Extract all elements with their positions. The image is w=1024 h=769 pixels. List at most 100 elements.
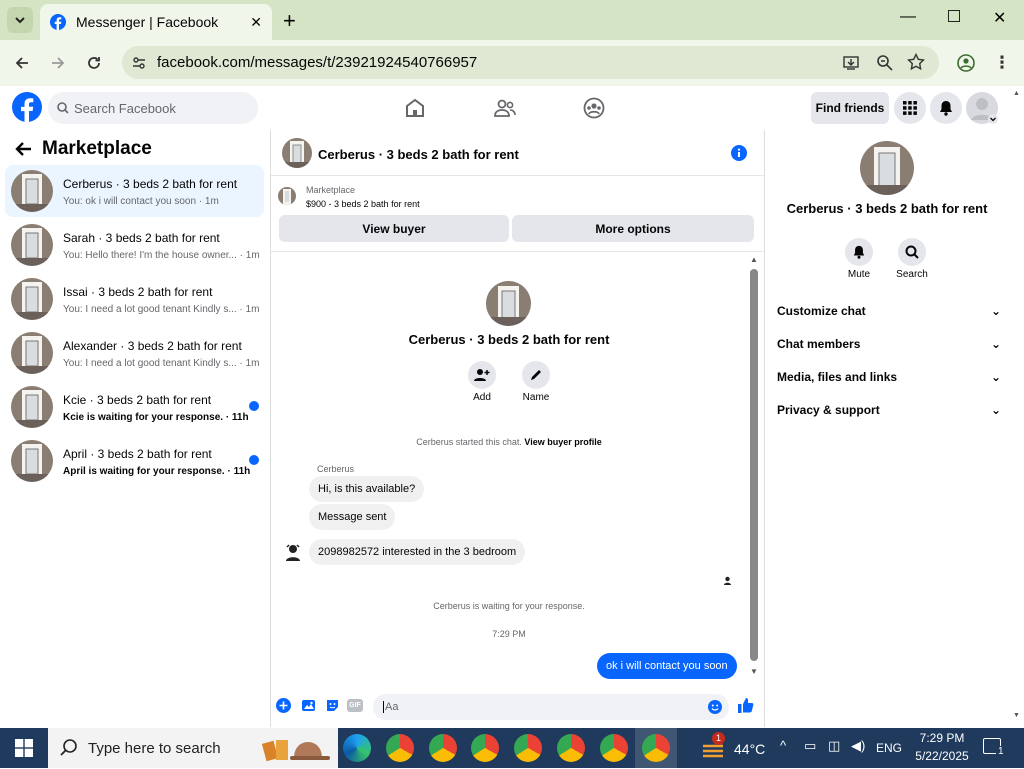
scrollbar[interactable]: ▲ ▼	[749, 255, 759, 680]
conversation-item[interactable]: Issai · 3 beds 2 bath for rent You: I nee…	[5, 273, 264, 325]
message-bubble[interactable]: Message sent	[309, 504, 396, 530]
install-app-icon[interactable]	[842, 54, 860, 72]
listing-text[interactable]: $900 - 3 beds 2 bath for rent	[306, 199, 420, 209]
chat-started-notice: Cerberus started this chat. View buyer p…	[271, 437, 747, 447]
language-indicator[interactable]: ENG	[876, 741, 902, 755]
groups-icon[interactable]	[583, 97, 605, 119]
divider	[271, 175, 764, 176]
tab-list-button[interactable]	[7, 7, 33, 33]
chevron-down-icon: ⌄	[990, 304, 1001, 318]
restore-button[interactable]	[948, 10, 960, 22]
chrome-icon[interactable]	[471, 734, 499, 762]
name-button[interactable]	[522, 361, 550, 389]
search-button[interactable]	[898, 238, 926, 266]
profile-avatar[interactable]	[486, 281, 531, 326]
view-buyer-button[interactable]: View buyer	[279, 215, 509, 242]
message-bubble-sent[interactable]: ok i will contact you soon	[597, 653, 737, 679]
more-options-label: More options	[595, 221, 671, 236]
sender-avatar[interactable]	[284, 543, 302, 561]
facebook-logo-icon[interactable]	[12, 92, 42, 122]
mute-button[interactable]	[845, 238, 873, 266]
profile-button[interactable]	[952, 49, 980, 77]
scroll-down-icon[interactable]: ▼	[750, 667, 758, 676]
friends-icon[interactable]	[494, 97, 516, 119]
minimize-button[interactable]: —	[900, 8, 916, 26]
privacy-support-section[interactable]: Privacy & support ⌄	[777, 403, 1001, 417]
browser-tab[interactable]: Messenger | Facebook ✕	[40, 4, 272, 40]
new-tab-button[interactable]: +	[283, 8, 296, 34]
arrow-left-icon	[15, 57, 28, 69]
add-button[interactable]	[468, 361, 496, 389]
chrome-icon[interactable]	[429, 734, 457, 762]
like-thumb-icon[interactable]	[737, 697, 754, 714]
find-friends-button[interactable]: Find friends	[811, 92, 889, 124]
listing-thumbnail[interactable]	[278, 187, 296, 205]
scrollbar-thumb[interactable]	[750, 269, 758, 661]
conversation-preview: April is waiting for your response. · 11…	[63, 466, 251, 477]
home-icon[interactable]	[404, 97, 426, 119]
address-bar[interactable]: facebook.com/messages/t/2392192454076695…	[122, 46, 939, 79]
search-highlight-icon[interactable]	[261, 734, 332, 764]
temperature: 44°C	[734, 741, 766, 757]
page-scrollbar[interactable]: ▲ ▼	[1010, 86, 1024, 728]
scroll-up-icon[interactable]: ▲	[750, 255, 758, 264]
back-button[interactable]	[8, 49, 36, 77]
sticker-icon[interactable]	[325, 698, 340, 713]
chat-title[interactable]: Cerberus · 3 beds 2 bath for rent	[318, 147, 519, 162]
details-avatar[interactable]	[860, 141, 914, 195]
clock-time[interactable]: 7:29 PM	[912, 731, 972, 745]
conversation-item[interactable]: Kcie · 3 beds 2 bath for rent Kcie is wai…	[5, 381, 264, 433]
arrow-right-icon	[52, 57, 65, 69]
section-label: Media, files and links	[777, 370, 898, 384]
conversation-avatar	[11, 332, 53, 374]
message-input[interactable]: Aa	[373, 694, 729, 720]
notification-count: 1	[996, 746, 1006, 757]
chrome-icon[interactable]	[642, 734, 670, 762]
scroll-up-icon[interactable]: ▲	[1013, 90, 1020, 97]
back-arrow-icon[interactable]	[14, 141, 32, 157]
chrome-icon[interactable]	[514, 734, 542, 762]
scroll-down-icon[interactable]: ▼	[1013, 712, 1020, 719]
close-window-button[interactable]: ✕	[993, 8, 1006, 28]
conversation-item[interactable]: Sarah · 3 beds 2 bath for rent You: Hello…	[5, 219, 264, 271]
facebook-search-input[interactable]: Search Facebook	[48, 92, 258, 124]
notifications-button[interactable]	[930, 92, 962, 124]
browser-tab-bar: Messenger | Facebook ✕ + — ✕	[0, 0, 1024, 40]
photo-icon[interactable]	[301, 698, 316, 713]
chrome-icon[interactable]	[600, 734, 628, 762]
browser-menu-button[interactable]: ⋮	[988, 49, 1016, 77]
clock-date[interactable]: 5/22/2025	[912, 749, 972, 763]
network-icon[interactable]: ▭	[804, 738, 816, 754]
view-buyer-profile-link[interactable]: View buyer profile	[524, 437, 601, 447]
conversation-item[interactable]: April · 3 beds 2 bath for rent April is w…	[5, 435, 264, 487]
bookmark-star-icon[interactable]	[907, 53, 925, 71]
plus-circle-icon[interactable]	[276, 698, 291, 713]
menu-button[interactable]	[894, 92, 926, 124]
close-tab-icon[interactable]: ✕	[250, 14, 262, 31]
chrome-icon[interactable]	[386, 734, 414, 762]
meet-icon[interactable]: ◫	[828, 738, 840, 754]
message-bubble[interactable]: Hi, is this available?	[309, 476, 425, 502]
speaker-icon[interactable]: ◀)	[851, 738, 865, 754]
reload-button[interactable]	[80, 49, 108, 77]
chrome-icon[interactable]	[557, 734, 585, 762]
chat-members-section[interactable]: Chat members ⌄	[777, 337, 1001, 351]
gif-icon[interactable]: GIF	[347, 699, 363, 712]
weather-widget[interactable]: 1 44°C	[700, 732, 770, 762]
info-icon[interactable]	[731, 145, 747, 161]
edge-icon[interactable]	[343, 734, 371, 762]
zoom-icon[interactable]	[876, 54, 894, 72]
forward-button[interactable]	[44, 49, 72, 77]
windows-start-icon[interactable]	[15, 739, 33, 757]
show-hidden-icons[interactable]: ^	[780, 738, 786, 753]
customize-chat-section[interactable]: Customize chat ⌄	[777, 304, 1001, 318]
emoji-icon[interactable]	[708, 700, 722, 714]
browser-toolbar: facebook.com/messages/t/2392192454076695…	[0, 40, 1024, 86]
chat-header-avatar[interactable]	[282, 138, 312, 168]
conversation-item[interactable]: Alexander · 3 beds 2 bath for rent You: I…	[5, 327, 264, 379]
more-options-button[interactable]: More options	[512, 215, 754, 242]
site-info-icon[interactable]	[131, 55, 147, 71]
media-files-links-section[interactable]: Media, files and links ⌄	[777, 370, 1001, 384]
message-bubble[interactable]: 2098982572 interested in the 3 bedroom	[309, 539, 526, 565]
conversation-item[interactable]: Cerberus · 3 beds 2 bath for rent You: ok…	[5, 165, 264, 217]
